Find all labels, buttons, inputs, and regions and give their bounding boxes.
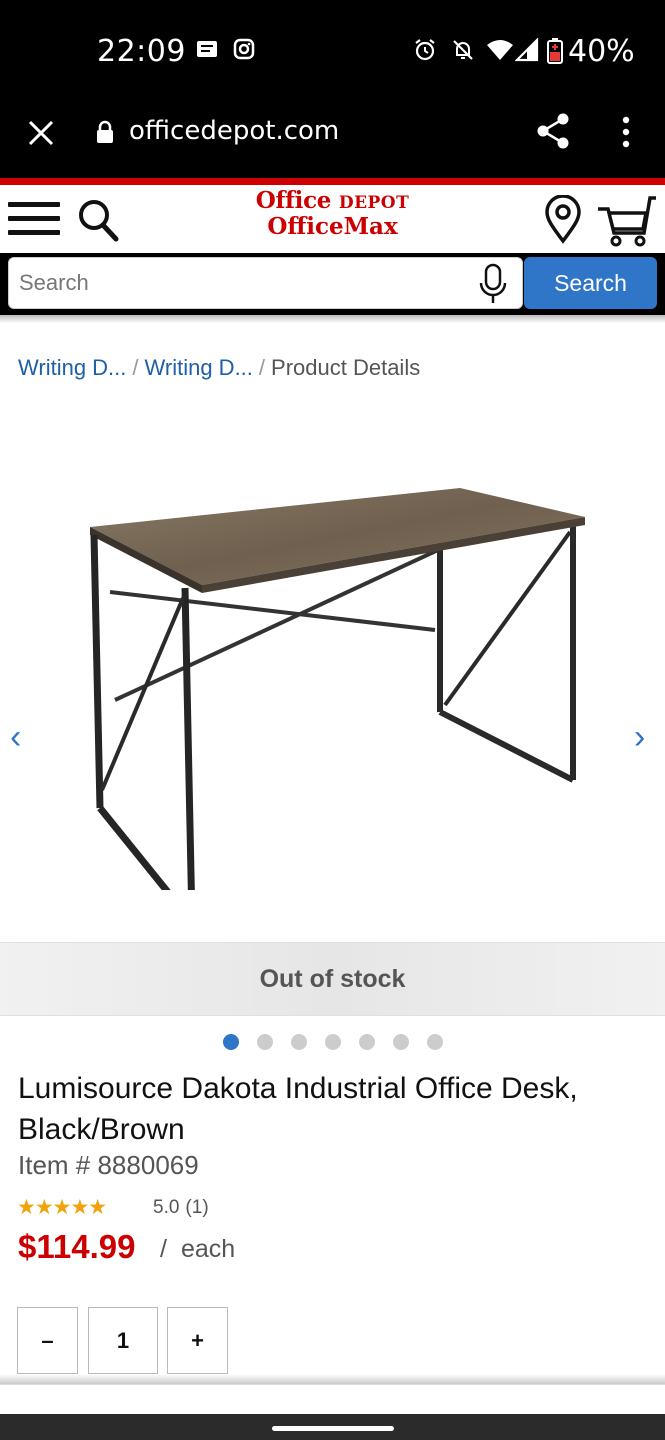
mute-icon <box>451 38 475 67</box>
more-vert-icon[interactable] <box>614 114 638 155</box>
hamburger-menu-icon[interactable] <box>8 202 60 240</box>
battery-percent: 40% <box>568 34 635 69</box>
gallery-dot[interactable] <box>427 1034 443 1050</box>
status-time: 22:09 <box>97 34 186 69</box>
battery-icon <box>547 38 563 69</box>
price-unit: / each <box>160 1235 235 1264</box>
microphone-icon[interactable] <box>478 263 508 310</box>
instagram-icon <box>233 38 255 65</box>
system-nav-bar <box>0 1414 665 1440</box>
breadcrumb-separator: / <box>258 355 266 380</box>
rating-value: 5.0 <box>153 1197 180 1218</box>
search-icon[interactable] <box>76 197 120 250</box>
gallery-dot[interactable] <box>393 1034 409 1050</box>
gallery-dot[interactable] <box>291 1034 307 1050</box>
breadcrumb-link-1[interactable]: Writing D... <box>18 355 126 380</box>
cart-icon[interactable] <box>596 195 656 252</box>
sticky-footer-shadow <box>0 1374 665 1384</box>
price-slash: / <box>160 1235 167 1263</box>
breadcrumb-link-2[interactable]: Writing D... <box>145 355 253 380</box>
product-gallery: ‹ › <box>0 400 665 940</box>
gallery-dot[interactable] <box>325 1034 341 1050</box>
quantity-input[interactable] <box>88 1307 158 1374</box>
price-unit-label: each <box>180 1235 236 1263</box>
breadcrumb: Writing D... / Writing D... / Product Detail… <box>18 355 420 381</box>
lock-icon <box>95 120 115 149</box>
close-icon[interactable] <box>24 116 58 150</box>
rating-summary[interactable]: 5.0 (1) <box>153 1197 215 1219</box>
sticky-footer <box>0 1384 665 1414</box>
wifi-icon <box>486 38 514 67</box>
gallery-dot[interactable] <box>223 1034 239 1050</box>
quantity-increase-button[interactable]: + <box>167 1307 228 1374</box>
search-button[interactable]: Search <box>524 257 657 309</box>
location-pin-icon[interactable] <box>543 194 583 250</box>
review-count: (1) <box>185 1197 209 1218</box>
gallery-dot[interactable] <box>257 1034 273 1050</box>
logo-officemax-text: OfficeMax <box>267 213 398 240</box>
breadcrumb-current: Product Details <box>271 355 421 380</box>
site-header: Office DEPOT OfficeMax <box>0 185 665 253</box>
gallery-dot[interactable] <box>359 1034 375 1050</box>
brand-accent-line <box>0 178 665 185</box>
logo-office-text: Office <box>255 187 332 214</box>
breadcrumb-separator: / <box>132 355 139 380</box>
gallery-prev-button[interactable]: ‹ <box>10 718 21 757</box>
quantity-decrease-button[interactable]: – <box>17 1307 78 1374</box>
header-shadow <box>0 315 665 323</box>
star-rating[interactable]: ★★★★★ <box>17 1195 107 1220</box>
item-number: Item # 8880069 <box>18 1150 199 1180</box>
product-image[interactable] <box>80 440 590 890</box>
logo-depot-text: DEPOT <box>338 193 410 213</box>
search-bar: Search <box>0 253 665 315</box>
search-input[interactable] <box>8 257 523 309</box>
gallery-next-button[interactable]: › <box>634 718 645 757</box>
office-depot-logo[interactable]: Office DEPOT OfficeMax <box>230 189 435 238</box>
alarm-icon <box>413 38 437 67</box>
share-icon[interactable] <box>535 112 571 155</box>
stock-status-banner: Out of stock <box>0 942 665 1016</box>
url-text[interactable]: officedepot.com <box>129 116 339 146</box>
product-price: $114.99 <box>18 1228 136 1265</box>
product-title: Lumisource Dakota Industrial Office Desk… <box>18 1072 578 1146</box>
home-gesture-handle[interactable] <box>272 1426 394 1431</box>
browser-toolbar: officedepot.com <box>0 100 665 178</box>
message-icon <box>196 38 218 65</box>
signal-icon <box>514 37 539 67</box>
status-bar: 22:09 40% <box>0 0 665 100</box>
